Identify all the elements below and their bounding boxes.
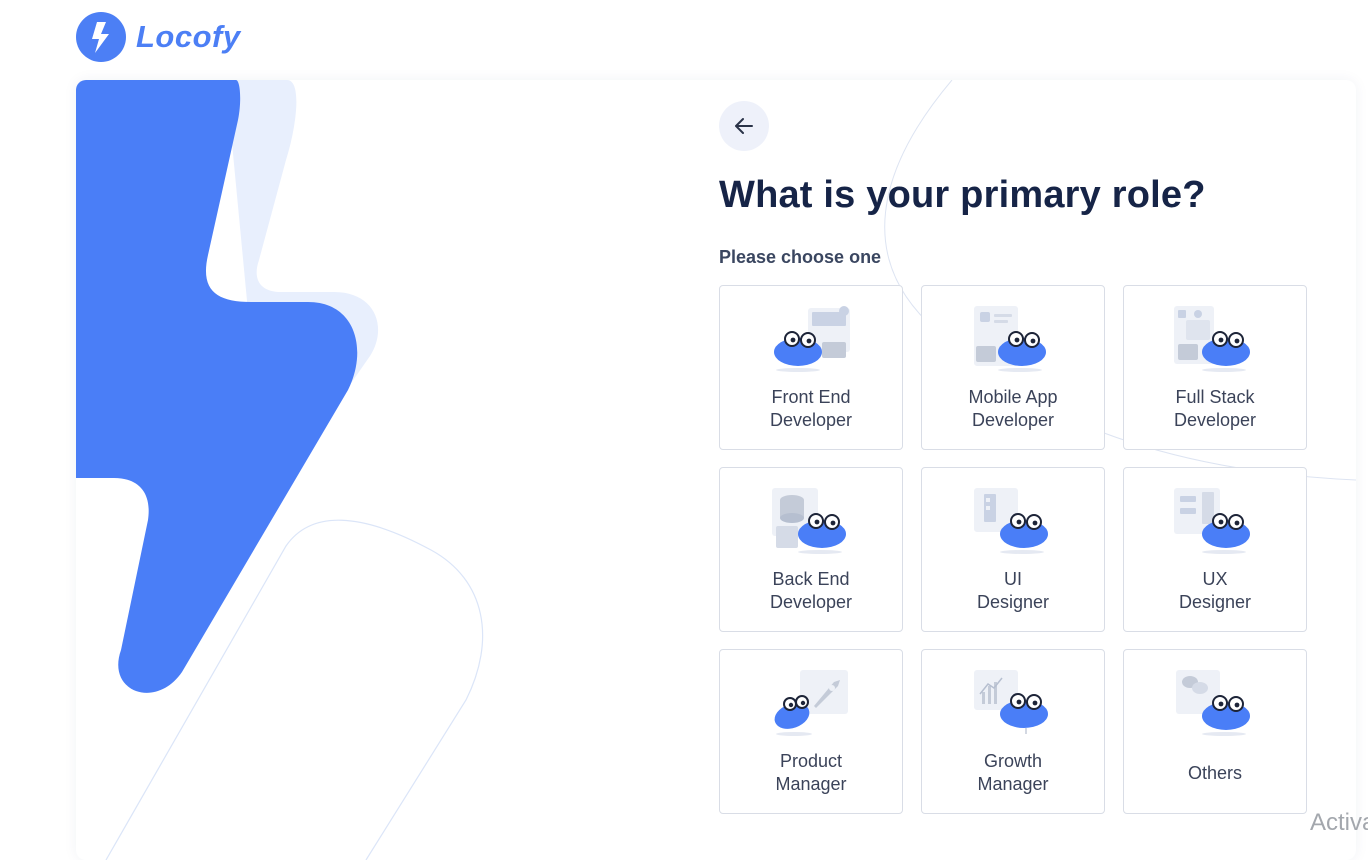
arrow-left-icon xyxy=(735,118,753,134)
growth-chart-illustration xyxy=(974,670,1048,734)
role-label: Growth Manager xyxy=(977,751,1049,794)
role-card-front-end-developer[interactable]: Front End Developer xyxy=(719,285,903,450)
role-card-growth-manager[interactable]: Growth Manager xyxy=(921,649,1105,814)
flow-illustration xyxy=(1174,488,1250,554)
rocket-illustration xyxy=(774,670,848,736)
role-card-mobile-app-developer[interactable]: Mobile App Developer xyxy=(921,285,1105,450)
wireframe-illustration xyxy=(974,488,1048,554)
role-grid: Front End Developer Mobile App Developer… xyxy=(719,285,1307,814)
onboarding-card: What is your primary role? Please choose… xyxy=(76,80,1356,860)
chat-bubbles-illustration xyxy=(1176,670,1250,736)
activation-watermark: Activa xyxy=(1310,809,1368,836)
top-bar: Locofy xyxy=(0,0,1368,80)
role-card-full-stack-developer[interactable]: Full Stack Developer xyxy=(1123,285,1307,450)
page-title: What is your primary role? xyxy=(719,174,1206,216)
role-label: Back End Developer xyxy=(769,569,853,612)
role-card-others[interactable]: Others xyxy=(1123,649,1307,814)
role-card-ui-designer[interactable]: UI Designer xyxy=(921,467,1105,632)
role-label: UX Designer xyxy=(1178,569,1252,612)
role-card-product-manager[interactable]: Product Manager xyxy=(719,649,903,814)
lightning-bolt-icon xyxy=(76,12,126,62)
brand-name: Locofy xyxy=(136,19,241,54)
page-subtitle: Please choose one xyxy=(719,247,882,267)
role-label: Mobile App Developer xyxy=(968,387,1058,430)
role-card-back-end-developer[interactable]: Back End Developer xyxy=(719,467,903,632)
back-button[interactable] xyxy=(719,101,769,151)
locofy-logo[interactable]: Locofy xyxy=(76,12,241,62)
phone-illustration xyxy=(974,306,1046,372)
code-window-illustration xyxy=(774,306,850,372)
role-label: UI Designer xyxy=(976,569,1050,612)
role-label: Front End Developer xyxy=(769,387,853,430)
database-illustration xyxy=(772,488,846,554)
role-label: Full Stack Developer xyxy=(1173,387,1257,430)
stack-illustration xyxy=(1174,306,1250,372)
role-label: Others xyxy=(1187,762,1243,783)
role-label: Product Manager xyxy=(775,751,847,794)
role-card-ux-designer[interactable]: UX Designer xyxy=(1123,467,1307,632)
